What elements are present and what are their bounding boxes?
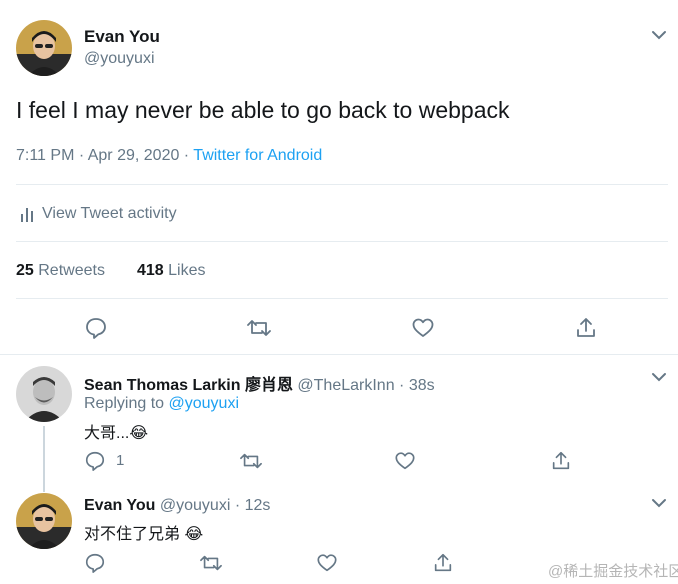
share-icon[interactable] — [548, 448, 574, 474]
retweet-icon[interactable] — [246, 315, 272, 341]
avatar[interactable] — [16, 493, 72, 549]
reply-body: 大哥... — [84, 425, 130, 442]
reply-icon[interactable] — [83, 315, 109, 341]
likes-count: 418 — [137, 262, 164, 279]
like-icon[interactable] — [314, 550, 340, 576]
reply-time[interactable]: · 12s — [235, 497, 271, 514]
divider — [0, 354, 678, 355]
reply-body: 对不住了兄弟 — [84, 526, 181, 543]
view-activity-link[interactable]: View Tweet activity — [20, 205, 177, 223]
laughing-emoji-icon: 😂 — [129, 425, 149, 442]
reply-header: Evan You @youyuxi · 12s — [84, 497, 270, 515]
reply-icon[interactable] — [82, 550, 108, 576]
reply-icon[interactable] — [82, 448, 108, 474]
author-name[interactable]: Evan You — [84, 497, 155, 514]
author-handle[interactable]: @youyuxi — [84, 50, 155, 68]
share-icon[interactable] — [573, 315, 599, 341]
tweet-text: I feel I may never be able to go back to… — [16, 97, 510, 123]
author-name[interactable]: Evan You — [84, 27, 160, 47]
chevron-down-icon[interactable] — [651, 498, 667, 508]
replying-to: Replying to @youyuxi — [84, 395, 239, 413]
activity-icon — [20, 206, 34, 222]
retweet-icon[interactable] — [198, 550, 224, 576]
avatar[interactable] — [16, 366, 72, 422]
laughing-emoji-icon: 😂 — [184, 526, 204, 543]
chevron-down-icon[interactable] — [651, 372, 667, 382]
retweet-icon[interactable] — [238, 448, 264, 474]
reply-time[interactable]: · 38s — [399, 377, 435, 394]
reply-header: Sean Thomas Larkin 廖肖恩 @TheLarkInn · 38s — [84, 371, 435, 395]
tweet-time: 7:11 PM · Apr 29, 2020 · — [16, 147, 194, 164]
reply-count: 1 — [116, 452, 125, 469]
avatar[interactable] — [16, 20, 72, 76]
reply-text: 对不住了兄弟 😂 — [84, 520, 203, 544]
share-icon[interactable] — [430, 550, 456, 576]
like-icon[interactable] — [410, 315, 436, 341]
likes-label: Likes — [168, 262, 206, 279]
author-name[interactable]: Sean Thomas Larkin 廖肖恩 — [84, 377, 293, 394]
replying-handle[interactable]: @youyuxi — [169, 395, 240, 412]
author-handle[interactable]: @youyuxi — [160, 497, 231, 514]
retweets-count: 25 — [16, 262, 34, 279]
divider — [16, 298, 668, 299]
author-handle[interactable]: @TheLarkInn — [297, 377, 394, 394]
divider — [16, 184, 668, 185]
like-icon[interactable] — [392, 448, 418, 474]
thread-line — [43, 426, 45, 492]
tweet-meta: 7:11 PM · Apr 29, 2020 · Twitter for And… — [16, 147, 322, 165]
watermark: @稀土掘金技术社区 — [548, 563, 678, 580]
retweets-label: Retweets — [38, 262, 105, 279]
chevron-down-icon[interactable] — [651, 30, 667, 40]
reply-text: 大哥...😂 — [84, 419, 148, 443]
divider — [16, 241, 668, 242]
replying-prefix: Replying to — [84, 395, 169, 412]
activity-label: View Tweet activity — [42, 205, 177, 222]
likes-stat[interactable]: 418 Likes — [137, 262, 206, 280]
tweet-source[interactable]: Twitter for Android — [193, 147, 322, 164]
retweets-stat[interactable]: 25 Retweets — [16, 262, 105, 280]
